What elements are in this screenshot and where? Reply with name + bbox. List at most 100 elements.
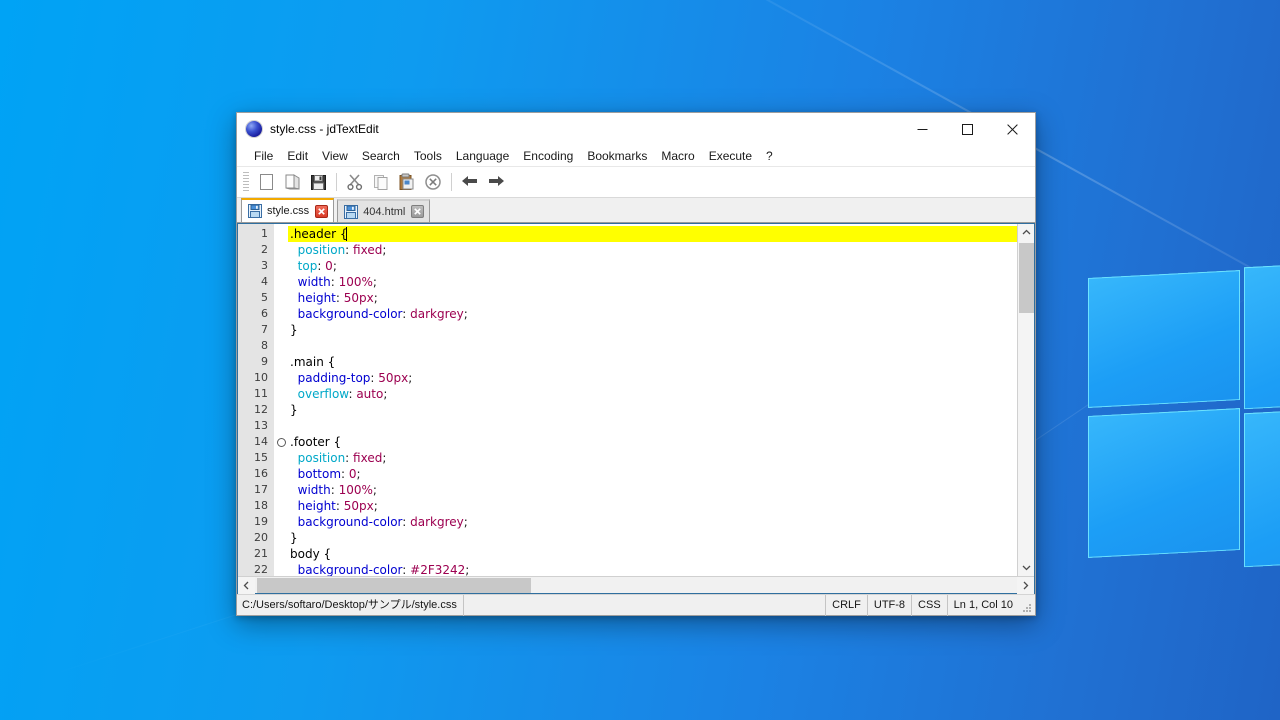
scroll-right-button[interactable] bbox=[1017, 576, 1034, 594]
paste-button[interactable] bbox=[394, 169, 420, 195]
line-number: 21 bbox=[254, 547, 268, 560]
fold-cell bbox=[274, 562, 288, 576]
minimize-button[interactable] bbox=[900, 113, 945, 145]
fold-cell[interactable] bbox=[274, 434, 288, 450]
menu-item-execute[interactable]: Execute bbox=[702, 147, 759, 165]
code-token: #2F3242 bbox=[410, 563, 466, 576]
code-token: background-color bbox=[297, 515, 403, 529]
scroll-down-button[interactable] bbox=[1017, 559, 1034, 576]
maximize-button[interactable] bbox=[945, 113, 990, 145]
menu-item-macro[interactable]: Macro bbox=[654, 147, 701, 165]
menu-item-view[interactable]: View bbox=[315, 147, 355, 165]
vertical-scroll-track[interactable] bbox=[1017, 241, 1034, 559]
status-line-ending[interactable]: CRLF bbox=[825, 594, 867, 616]
menu-item-[interactable]: ? bbox=[759, 147, 780, 165]
redo-button[interactable] bbox=[483, 169, 509, 195]
code-token: height bbox=[297, 291, 336, 305]
menu-item-bookmarks[interactable]: Bookmarks bbox=[580, 147, 654, 165]
code-line: } bbox=[288, 530, 1017, 546]
code-token: ; bbox=[408, 371, 413, 385]
tab-style-css[interactable]: style.css bbox=[241, 198, 335, 222]
editor: 1 2 3 4 5 6 7 8 9 10 11 12 13 14 15 16 17 18 19 20 21 22 .hea… bbox=[237, 223, 1035, 594]
desktop: style.css - jdTextEdit File Edit View Se… bbox=[0, 0, 1280, 720]
scroll-up-button[interactable] bbox=[1017, 224, 1034, 241]
menu-item-language[interactable]: Language bbox=[449, 147, 516, 165]
cut-icon bbox=[347, 174, 363, 191]
delete-button[interactable] bbox=[420, 169, 446, 195]
code-token: ; bbox=[356, 467, 361, 481]
paste-icon bbox=[399, 173, 414, 190]
resize-grip[interactable] bbox=[1019, 595, 1035, 616]
scroll-left-button[interactable] bbox=[238, 576, 255, 594]
title-bar[interactable]: style.css - jdTextEdit bbox=[237, 113, 1035, 145]
code-token: : bbox=[317, 259, 326, 273]
code-line: width: 100%; bbox=[288, 482, 1017, 498]
menu-item-encoding[interactable]: Encoding bbox=[516, 147, 580, 165]
code-token: 50px bbox=[343, 291, 374, 305]
menu-item-edit[interactable]: Edit bbox=[280, 147, 315, 165]
code-token: body { bbox=[290, 547, 332, 561]
horizontal-scroll-track[interactable] bbox=[255, 577, 1017, 594]
menu-item-file[interactable]: File bbox=[247, 147, 280, 165]
close-icon bbox=[318, 207, 325, 215]
code-token: ; bbox=[373, 499, 378, 513]
floppy-disk-icon bbox=[344, 204, 359, 219]
code-token: } bbox=[290, 531, 298, 545]
status-cursor-position[interactable]: Ln 1, Col 10 bbox=[946, 594, 1019, 616]
fold-margin[interactable] bbox=[274, 224, 288, 576]
code-token: : bbox=[402, 307, 411, 321]
vertical-scroll-thumb[interactable] bbox=[1018, 243, 1034, 313]
horizontal-scrollbar[interactable] bbox=[238, 576, 1034, 594]
line-number: 20 bbox=[254, 531, 268, 544]
menu-item-tools[interactable]: Tools bbox=[407, 147, 449, 165]
open-file-button[interactable] bbox=[279, 169, 305, 195]
tab-404-html[interactable]: 404.html bbox=[337, 199, 431, 222]
cut-button[interactable] bbox=[342, 169, 368, 195]
close-button[interactable] bbox=[990, 113, 1035, 145]
line-number: 2 bbox=[261, 243, 268, 256]
line-number: 19 bbox=[254, 515, 268, 528]
code-text-area[interactable]: .header { position: fixed; top: 0; width… bbox=[288, 224, 1017, 576]
toolbar-grip[interactable] bbox=[243, 172, 249, 192]
code-token: : bbox=[345, 451, 354, 465]
new-file-button[interactable] bbox=[253, 169, 279, 195]
fold-cell bbox=[274, 370, 288, 386]
code-line: bottom: 0; bbox=[288, 466, 1017, 482]
code-token: : bbox=[402, 563, 411, 576]
tab-close-button[interactable] bbox=[315, 204, 329, 218]
menu-item-search[interactable]: Search bbox=[355, 147, 407, 165]
code-line: .main { bbox=[288, 354, 1017, 370]
code-token: ; bbox=[463, 515, 468, 529]
fold-cell bbox=[274, 306, 288, 322]
code-line: } bbox=[288, 322, 1017, 338]
code-token: auto bbox=[356, 387, 384, 401]
code-token: 0 bbox=[348, 467, 357, 481]
fold-cell bbox=[274, 258, 288, 274]
status-language[interactable]: CSS bbox=[911, 594, 947, 616]
code-token: } bbox=[290, 323, 298, 337]
code-token: .header { bbox=[290, 227, 348, 241]
fold-cell bbox=[274, 546, 288, 562]
status-file-path: C:/Users/softaro/Desktop/サンプル/style.css bbox=[237, 594, 464, 616]
vertical-scrollbar[interactable] bbox=[1017, 224, 1034, 576]
window-title: style.css - jdTextEdit bbox=[270, 122, 379, 136]
status-encoding[interactable]: UTF-8 bbox=[866, 594, 911, 616]
code-token: fixed bbox=[353, 243, 383, 257]
code-token: : bbox=[330, 483, 339, 497]
fold-toggle-icon[interactable] bbox=[276, 437, 286, 447]
tab-close-button[interactable] bbox=[411, 205, 425, 218]
code-token: position bbox=[297, 243, 346, 257]
save-file-button[interactable] bbox=[305, 169, 331, 195]
horizontal-scroll-thumb[interactable] bbox=[257, 577, 531, 593]
code-token: ; bbox=[373, 291, 378, 305]
code-token: background-color bbox=[297, 563, 403, 576]
undo-button[interactable] bbox=[457, 169, 483, 195]
code-line: overflow: auto; bbox=[288, 386, 1017, 402]
copy-button[interactable] bbox=[368, 169, 394, 195]
code-token: top bbox=[297, 259, 318, 273]
open-file-icon bbox=[285, 174, 299, 190]
line-number: 5 bbox=[261, 291, 268, 304]
